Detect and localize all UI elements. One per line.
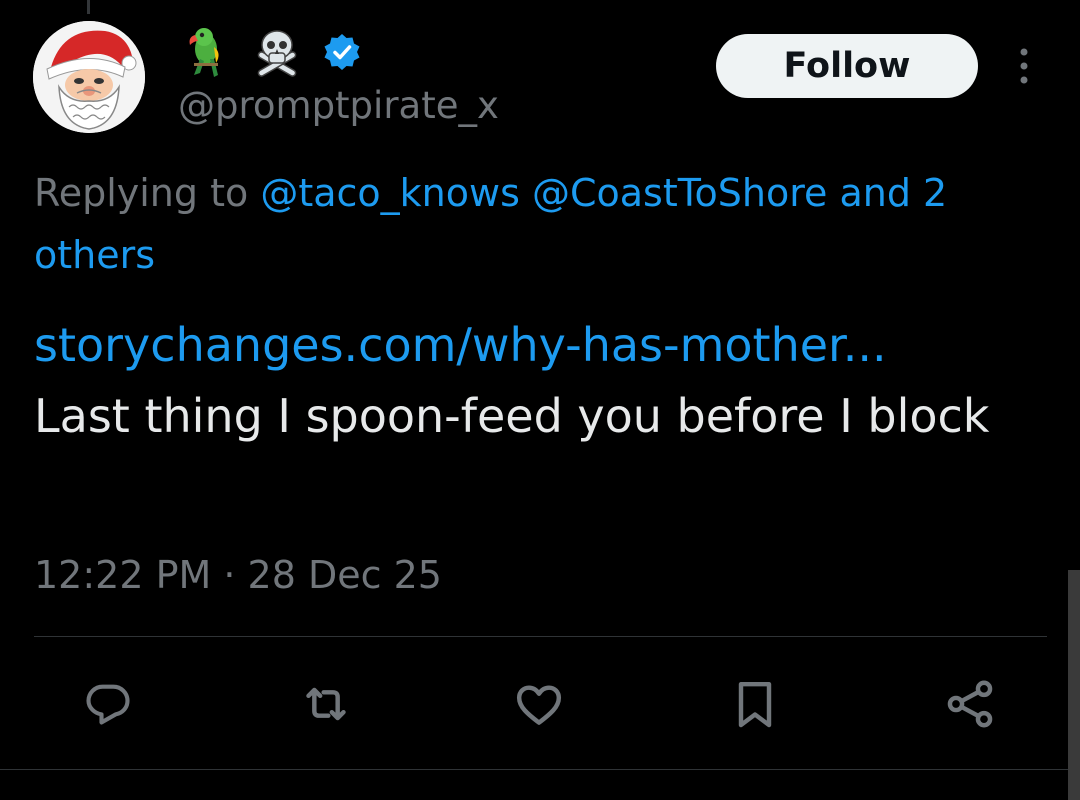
more-options-button[interactable] bbox=[1006, 44, 1042, 88]
retweet-icon bbox=[306, 687, 346, 721]
share-icon bbox=[947, 680, 993, 728]
others-count: 2 bbox=[923, 171, 948, 215]
tweet-text: storychanges.com/why-has-mother... Last … bbox=[34, 310, 1044, 452]
retweet-button[interactable] bbox=[298, 676, 354, 732]
replying-to-label: Replying to bbox=[34, 171, 249, 215]
skull-crossbones-icon bbox=[257, 30, 297, 77]
mention-link[interactable]: @taco_knows bbox=[260, 171, 520, 215]
others-joiner: and bbox=[839, 171, 911, 215]
display-name[interactable] bbox=[178, 24, 362, 80]
reply-button[interactable] bbox=[80, 676, 136, 732]
more-vertical-icon bbox=[1020, 48, 1028, 84]
avatar[interactable] bbox=[33, 21, 145, 133]
tweet-timestamp[interactable]: 12:22 PM · 28 Dec 25 bbox=[34, 548, 442, 602]
author-handle[interactable]: @promptpirate_x bbox=[178, 82, 499, 130]
bookmark-icon bbox=[738, 681, 772, 728]
santa-avatar-image bbox=[33, 21, 145, 133]
thread-connector-line bbox=[87, 0, 90, 14]
divider bbox=[0, 769, 1080, 770]
tweet-body-text: Last thing I spoon-feed you before I blo… bbox=[34, 389, 990, 443]
tweet-link[interactable]: storychanges.com/why-has-mother... bbox=[34, 310, 1044, 381]
scrollbar[interactable] bbox=[1068, 570, 1080, 800]
others-label: others bbox=[34, 233, 156, 277]
mention-link[interactable]: @CoastToShore bbox=[532, 171, 827, 215]
like-icon bbox=[516, 685, 562, 725]
parrot-emoji-icon bbox=[189, 28, 219, 77]
like-button[interactable] bbox=[511, 676, 567, 732]
reply-context: Replying to @taco_knows @CoastToShore an… bbox=[34, 162, 1074, 286]
follow-button[interactable]: Follow bbox=[716, 34, 978, 98]
verified-badge-icon[interactable] bbox=[322, 32, 362, 72]
divider bbox=[34, 636, 1047, 637]
bookmark-button[interactable] bbox=[727, 676, 783, 732]
reply-icon bbox=[86, 684, 130, 725]
share-button[interactable] bbox=[942, 676, 998, 732]
